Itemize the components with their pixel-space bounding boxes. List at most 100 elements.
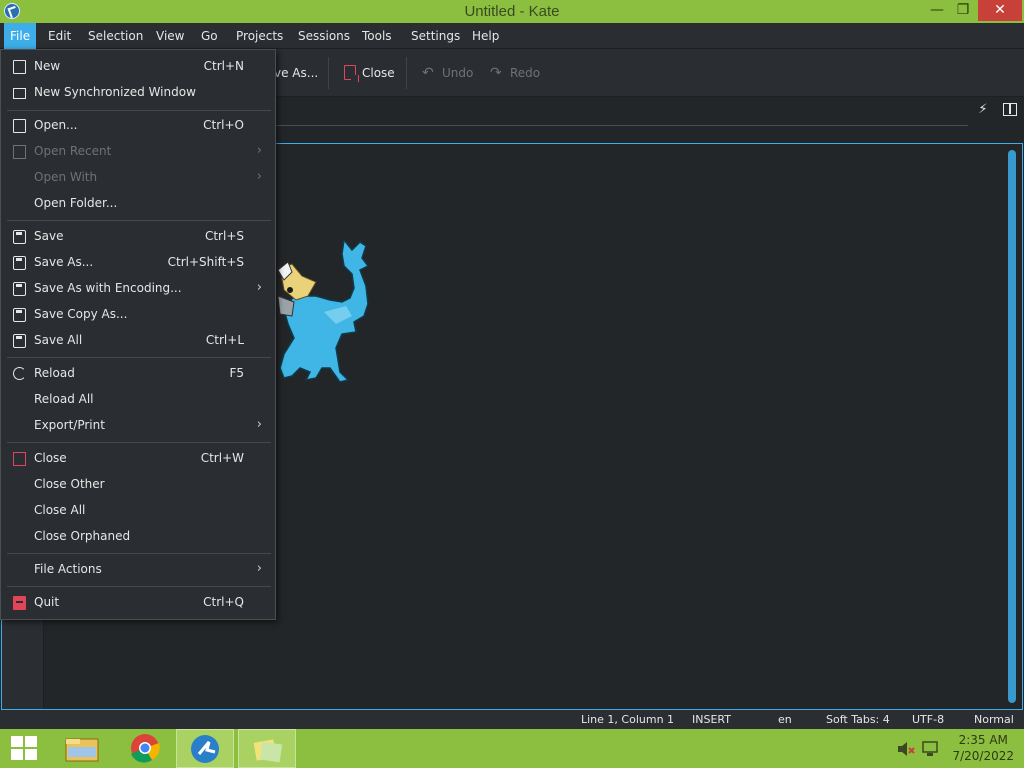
menu-item-open-recent[interactable]: Open Recent › (2, 139, 274, 165)
menu-separator (7, 220, 271, 221)
menu-item-new[interactable]: New Ctrl+N (2, 54, 274, 80)
clock-time: 2:35 AM (958, 733, 1008, 747)
vertical-scrollbar[interactable] (1008, 150, 1016, 703)
start-button[interactable] (0, 729, 58, 768)
menu-projects[interactable]: Projects (230, 23, 289, 49)
redo-toolbar-button[interactable]: ↷ Redo (490, 62, 540, 84)
save-encoding-icon (13, 282, 26, 296)
submenu-arrow-icon: › (256, 169, 262, 184)
dictionary-language[interactable]: en (778, 713, 792, 726)
menu-item-shortcut: Ctrl+O (203, 118, 244, 132)
menu-item-open[interactable]: Open... Ctrl+O (2, 113, 274, 139)
menu-item-label: Save Copy As... (34, 307, 128, 321)
maximize-button[interactable]: ❐ (950, 0, 976, 21)
input-mode[interactable]: INSERT (692, 713, 731, 726)
close-window-button[interactable]: ✕ (978, 0, 1022, 21)
taskbar-chrome[interactable] (116, 729, 174, 768)
redo-icon: ↷ (490, 65, 502, 81)
menu-edit[interactable]: Edit (42, 23, 77, 49)
save-as-toolbar-button[interactable]: ve As... (274, 62, 318, 84)
menu-item-shortcut: Ctrl+Q (203, 595, 244, 609)
kate-taskbar-icon (191, 735, 219, 763)
menu-item-shortcut: Ctrl+W (200, 451, 244, 465)
network-icon[interactable] (920, 740, 940, 758)
taskbar-notes[interactable] (238, 729, 296, 768)
menu-item-label: Close Other (34, 477, 105, 491)
close-doc-icon (344, 65, 359, 82)
volume-muted-icon[interactable] (896, 740, 916, 758)
taskbar: 2:35 AM 7/20/2022 (0, 729, 1024, 768)
menu-item-save[interactable]: Save Ctrl+S (2, 224, 274, 250)
taskbar-kate[interactable] (176, 729, 234, 768)
save-all-icon (13, 334, 26, 348)
menu-item-close[interactable]: Close Ctrl+W (2, 446, 274, 472)
menu-item-close-orphaned[interactable]: Close Orphaned (2, 524, 274, 550)
menu-item-save-all[interactable]: Save All Ctrl+L (2, 328, 274, 354)
menu-item-reload[interactable]: Reload F5 (2, 361, 274, 387)
syntax-mode[interactable]: Normal (974, 713, 1014, 726)
menu-item-label: Export/Print (34, 418, 105, 432)
menu-item-shortcut: Ctrl+Shift+S (167, 255, 244, 269)
menu-item-export-print[interactable]: Export/Print › (2, 413, 274, 439)
menu-item-label: New (34, 59, 61, 73)
close-toolbar-button[interactable]: Close (344, 62, 395, 84)
window-title: Untitled - Kate (464, 3, 560, 20)
split-view-icon[interactable] (1003, 103, 1017, 116)
menu-sessions[interactable]: Sessions (292, 23, 356, 49)
taskbar-file-explorer[interactable] (54, 729, 112, 768)
undo-icon: ↶ (422, 65, 434, 81)
menu-separator (7, 110, 271, 111)
save-as-icon (13, 256, 26, 270)
menu-item-quit[interactable]: Quit Ctrl+Q (2, 590, 274, 616)
menu-item-label: Save All (34, 333, 83, 347)
menu-item-close-all[interactable]: Close All (2, 498, 274, 524)
quick-open-icon[interactable]: ⚡ (976, 102, 990, 118)
submenu-arrow-icon: › (256, 143, 262, 158)
cursor-position[interactable]: Line 1, Column 1 (581, 713, 674, 726)
menu-help[interactable]: Help (466, 23, 505, 49)
encoding-setting[interactable]: UTF-8 (912, 713, 944, 726)
menu-item-file-actions[interactable]: File Actions › (2, 557, 274, 583)
menu-separator (7, 586, 271, 587)
background-creature-image (277, 238, 370, 383)
menu-file[interactable]: File (4, 23, 37, 49)
status-bar: Line 1, Column 1 INSERT en Soft Tabs: 4 … (0, 710, 1024, 729)
minimize-button[interactable]: — (924, 0, 950, 21)
menubar: File Edit Selection View Go Projects Ses… (0, 23, 1024, 49)
menu-item-close-other[interactable]: Close Other (2, 472, 274, 498)
menu-tools[interactable]: Tools (356, 23, 398, 49)
menu-settings[interactable]: Settings (405, 23, 466, 49)
menu-item-label: Save (34, 229, 64, 243)
menu-item-new-synchronized-window[interactable]: New Synchronized Window (2, 80, 274, 106)
menu-separator (7, 357, 271, 358)
chrome-icon (131, 734, 160, 763)
menu-item-save-as-with-encoding[interactable]: Save As with Encoding... › (2, 276, 274, 302)
menu-go[interactable]: Go (195, 23, 224, 49)
menu-item-label: Close All (34, 503, 86, 517)
notes-icon (253, 739, 283, 763)
save-copy-icon (13, 308, 26, 322)
menu-item-shortcut: Ctrl+N (203, 59, 244, 73)
undo-toolbar-button[interactable]: ↶ Undo (422, 62, 473, 84)
menu-item-label: Reload All (34, 392, 94, 406)
menu-item-reload-all[interactable]: Reload All (2, 387, 274, 413)
open-recent-icon (13, 145, 26, 159)
new-doc-icon (13, 60, 26, 74)
open-doc-icon (13, 119, 26, 133)
menu-item-label: Save As with Encoding... (34, 281, 182, 295)
undo-label: Undo (442, 66, 474, 80)
menu-view[interactable]: View (150, 23, 190, 49)
close-doc-icon (13, 452, 26, 466)
menu-item-save-copy-as[interactable]: Save Copy As... (2, 302, 274, 328)
indentation-setting[interactable]: Soft Tabs: 4 (826, 713, 890, 726)
menu-item-open-with[interactable]: Open With › (2, 165, 274, 191)
menu-item-label: File Actions (34, 562, 102, 576)
submenu-arrow-icon: › (256, 561, 262, 576)
system-clock[interactable]: 2:35 AM 7/20/2022 (952, 732, 1014, 764)
menu-item-label: Open... (34, 118, 78, 132)
menu-item-label: Close (34, 451, 67, 465)
menu-selection[interactable]: Selection (82, 23, 149, 49)
menu-item-open-folder[interactable]: Open Folder... (2, 191, 274, 217)
redo-label: Redo (510, 66, 541, 80)
menu-item-save-as[interactable]: Save As... Ctrl+Shift+S (2, 250, 274, 276)
